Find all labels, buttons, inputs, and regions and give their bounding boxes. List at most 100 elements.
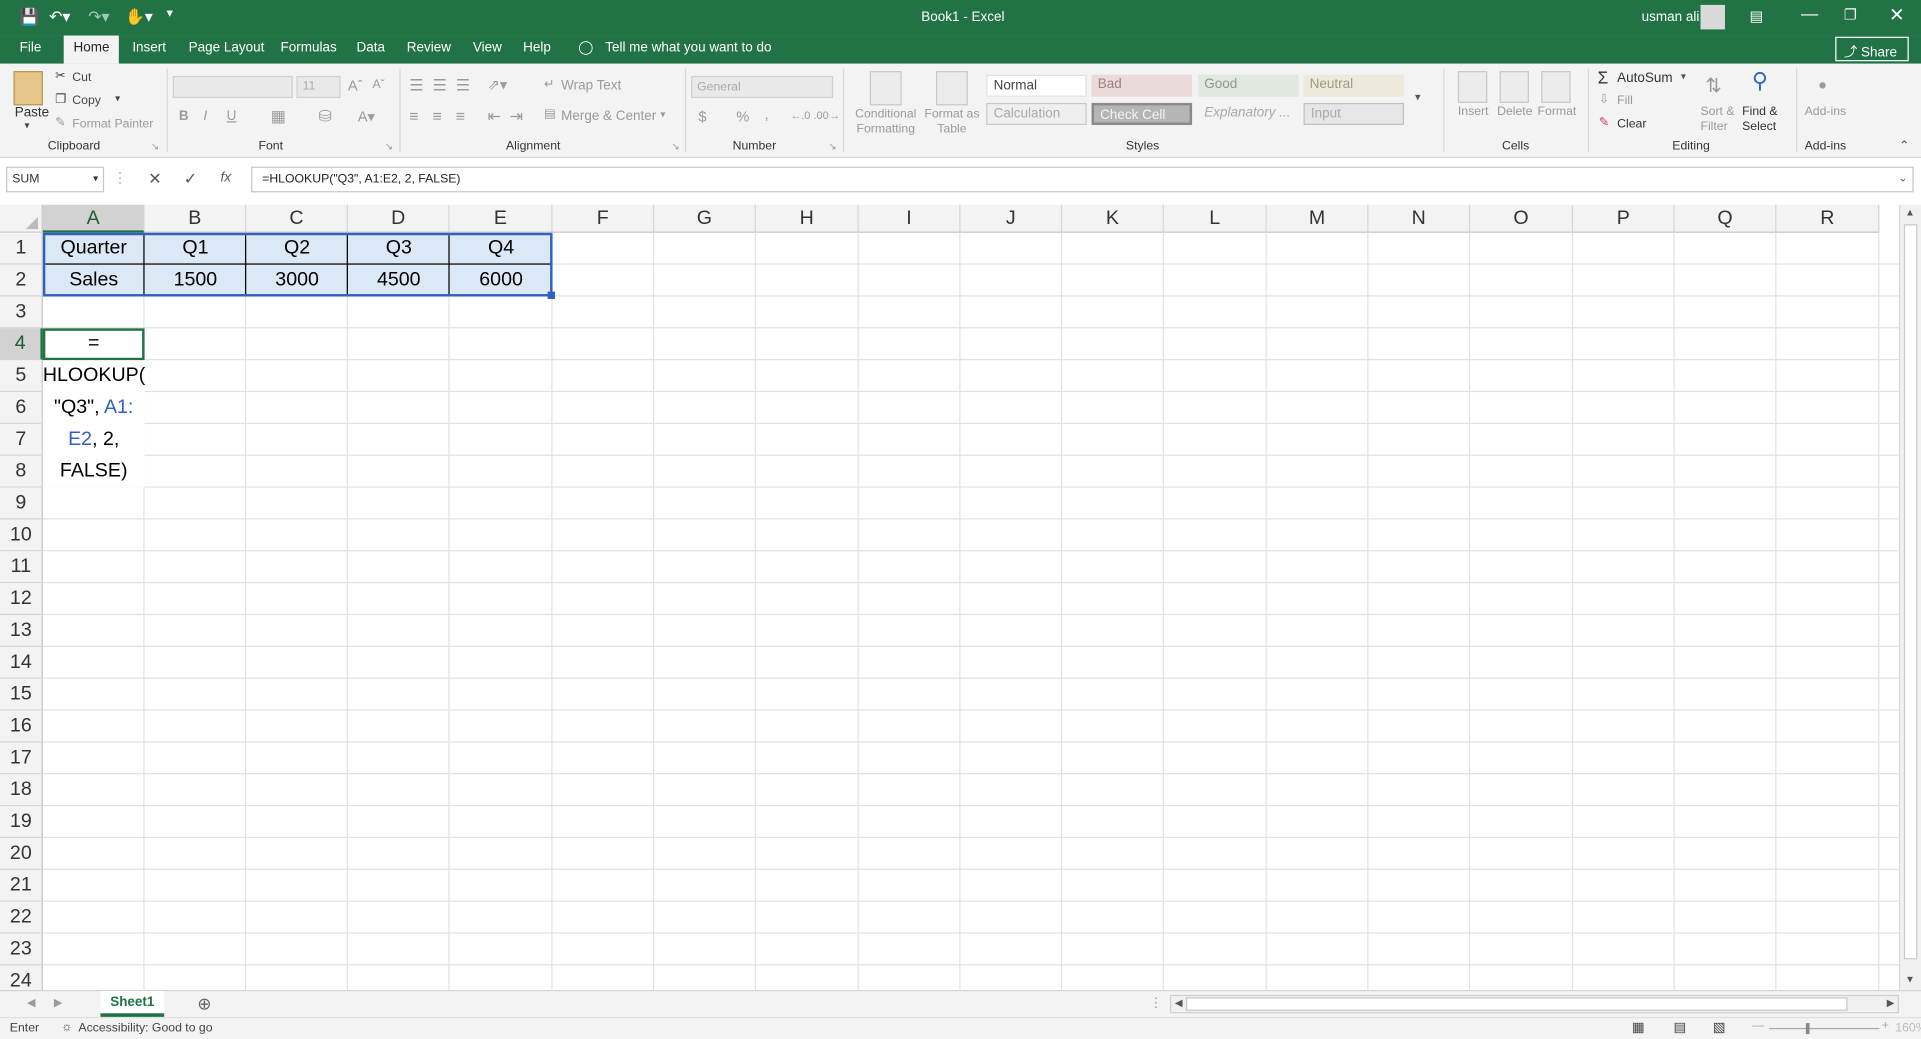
insert-function-icon[interactable]: fx — [221, 170, 231, 185]
zoom-in-icon[interactable]: + — [1882, 1019, 1889, 1032]
clear-button[interactable]: Clear — [1617, 118, 1646, 131]
row-header-6[interactable]: 6 — [0, 392, 43, 424]
zoom-slider[interactable] — [1769, 1027, 1880, 1030]
touch-mode-icon[interactable]: ✋▾ — [125, 7, 153, 27]
decrease-decimal-icon[interactable]: .00→ — [813, 109, 839, 121]
user-name[interactable]: usman ali — [1642, 10, 1700, 25]
format-painter-icon[interactable]: ✎ — [55, 116, 65, 129]
font-size-box[interactable]: 11 — [296, 75, 341, 99]
column-header-m[interactable]: M — [1266, 204, 1369, 233]
column-header-b[interactable]: B — [144, 204, 247, 233]
cell-d2[interactable]: 4500 — [348, 265, 450, 297]
tab-insert[interactable]: Insert — [132, 40, 166, 55]
name-box-dropdown-icon[interactable]: ▾ — [93, 173, 98, 184]
scroll-up-icon[interactable]: ▲ — [1905, 207, 1915, 218]
column-header-e[interactable]: E — [449, 204, 553, 233]
tab-file[interactable]: File — [20, 40, 42, 55]
wrap-text-button[interactable]: Wrap Text — [561, 78, 621, 93]
column-header-r[interactable]: R — [1776, 204, 1880, 233]
copy-icon[interactable]: ❐ — [55, 93, 66, 106]
row-header-10[interactable]: 10 — [0, 519, 43, 552]
tab-review[interactable]: Review — [407, 40, 451, 55]
column-header-q[interactable]: Q — [1674, 204, 1777, 233]
avatar[interactable] — [1700, 4, 1725, 30]
align-bottom-icon[interactable]: ☰ — [456, 76, 470, 96]
row-header-1[interactable]: 1 — [0, 232, 43, 265]
decrease-font-icon[interactable]: Aˇ — [372, 78, 384, 91]
insert-cells-icon[interactable] — [1457, 71, 1488, 103]
row-header-12[interactable]: 12 — [0, 583, 43, 616]
column-header-f[interactable]: F — [552, 204, 655, 233]
merge-icon[interactable]: ▤ — [544, 108, 556, 121]
autosum-dropdown-icon[interactable]: ▾ — [1681, 71, 1686, 82]
cell-d1[interactable]: Q3 — [348, 233, 450, 265]
normal-view-icon[interactable]: ▦ — [1632, 1019, 1645, 1036]
copy-dropdown-icon[interactable]: ▾ — [115, 93, 120, 104]
scroll-down-icon[interactable]: ▼ — [1905, 974, 1915, 985]
format-cells-icon[interactable] — [1541, 71, 1571, 103]
column-header-j[interactable]: J — [960, 204, 1063, 233]
zoom-level[interactable]: 160% — [1895, 1022, 1921, 1035]
delete-cells-icon[interactable] — [1499, 71, 1529, 103]
styles-more-icon[interactable]: ▾ — [1415, 91, 1421, 104]
restore-icon[interactable]: ❐ — [1844, 6, 1857, 23]
horizontal-scroll-thumb[interactable] — [1185, 997, 1848, 1011]
name-box[interactable]: SUM ▾ — [6, 166, 105, 193]
eraser-icon[interactable]: ✎ — [1599, 116, 1609, 129]
format-as-table-button[interactable]: Format as Table — [921, 108, 982, 137]
select-all-corner[interactable] — [0, 204, 43, 233]
prev-sheet-icon[interactable]: ◀ — [27, 996, 35, 1009]
currency-button[interactable]: $ — [698, 108, 706, 125]
clipboard-launcher-icon[interactable]: ↘ — [151, 141, 159, 152]
cell-c2[interactable]: 3000 — [246, 265, 348, 297]
customize-qat-icon[interactable]: ▾ — [167, 7, 173, 20]
cell-c1[interactable]: Q2 — [246, 233, 348, 265]
style-bad[interactable]: Bad — [1091, 74, 1193, 97]
copy-button[interactable]: Copy — [72, 94, 101, 107]
row-header-15[interactable]: 15 — [0, 678, 43, 711]
sort-filter-button[interactable]: Sort & Filter — [1700, 105, 1742, 134]
underline-button[interactable]: U — [227, 109, 237, 124]
column-header-p[interactable]: P — [1573, 204, 1675, 233]
insert-cells-button[interactable]: Insert — [1458, 105, 1489, 118]
decrease-indent-icon[interactable]: ⇤ — [488, 107, 501, 127]
accessibility-icon[interactable]: ☼ — [61, 1021, 72, 1034]
column-header-n[interactable]: N — [1368, 204, 1471, 233]
column-header-g[interactable]: G — [654, 204, 756, 233]
font-name-box[interactable] — [172, 75, 293, 99]
align-right-icon[interactable]: ≡ — [456, 107, 465, 125]
tab-data[interactable]: Data — [357, 40, 385, 55]
increase-indent-icon[interactable]: ⇥ — [510, 107, 523, 127]
delete-cells-button[interactable]: Delete — [1497, 105, 1532, 118]
autosum-icon[interactable]: Σ — [1598, 67, 1609, 87]
tell-me-search[interactable]: Tell me what you want to do — [605, 40, 771, 55]
conditional-formatting-icon[interactable] — [869, 71, 902, 106]
expand-formula-bar-icon[interactable]: ⌄ — [1898, 172, 1907, 185]
style-neutral[interactable]: Neutral — [1303, 74, 1404, 97]
conditional-formatting-button[interactable]: Conditional Formatting — [850, 108, 921, 137]
fill-color-icon[interactable]: ⛁ — [319, 107, 332, 127]
number-launcher-icon[interactable]: ↘ — [828, 141, 836, 152]
wrap-text-icon[interactable]: ↵ — [544, 78, 554, 91]
format-as-table-icon[interactable] — [935, 71, 968, 106]
tab-home[interactable]: Home — [63, 35, 120, 64]
column-header-c[interactable]: C — [246, 204, 348, 233]
style-check-cell[interactable]: Check Cell — [1091, 102, 1193, 125]
style-calculation[interactable]: Calculation — [986, 102, 1087, 125]
horizontal-scrollbar[interactable]: ◀ ▶ — [1169, 994, 1899, 1014]
ribbon-display-options-icon[interactable]: ▤ — [1749, 7, 1763, 24]
style-input[interactable]: Input — [1303, 102, 1404, 125]
row-header-21[interactable]: 21 — [0, 869, 43, 902]
enter-entry-icon[interactable]: ✓ — [184, 169, 197, 189]
cell-a1[interactable]: Quarter — [43, 233, 145, 265]
increase-decimal-icon[interactable]: ←.0 — [790, 109, 810, 121]
bold-button[interactable]: B — [179, 109, 189, 124]
cut-button[interactable]: Cut — [72, 71, 91, 84]
row-header-18[interactable]: 18 — [0, 774, 43, 807]
column-header-k[interactable]: K — [1062, 204, 1164, 233]
borders-icon[interactable]: ▦ — [271, 107, 286, 127]
column-header-l[interactable]: L — [1163, 204, 1267, 233]
column-header-h[interactable]: H — [755, 204, 859, 233]
alignment-launcher-icon[interactable]: ↘ — [671, 141, 679, 152]
align-middle-icon[interactable]: ☰ — [432, 76, 446, 96]
